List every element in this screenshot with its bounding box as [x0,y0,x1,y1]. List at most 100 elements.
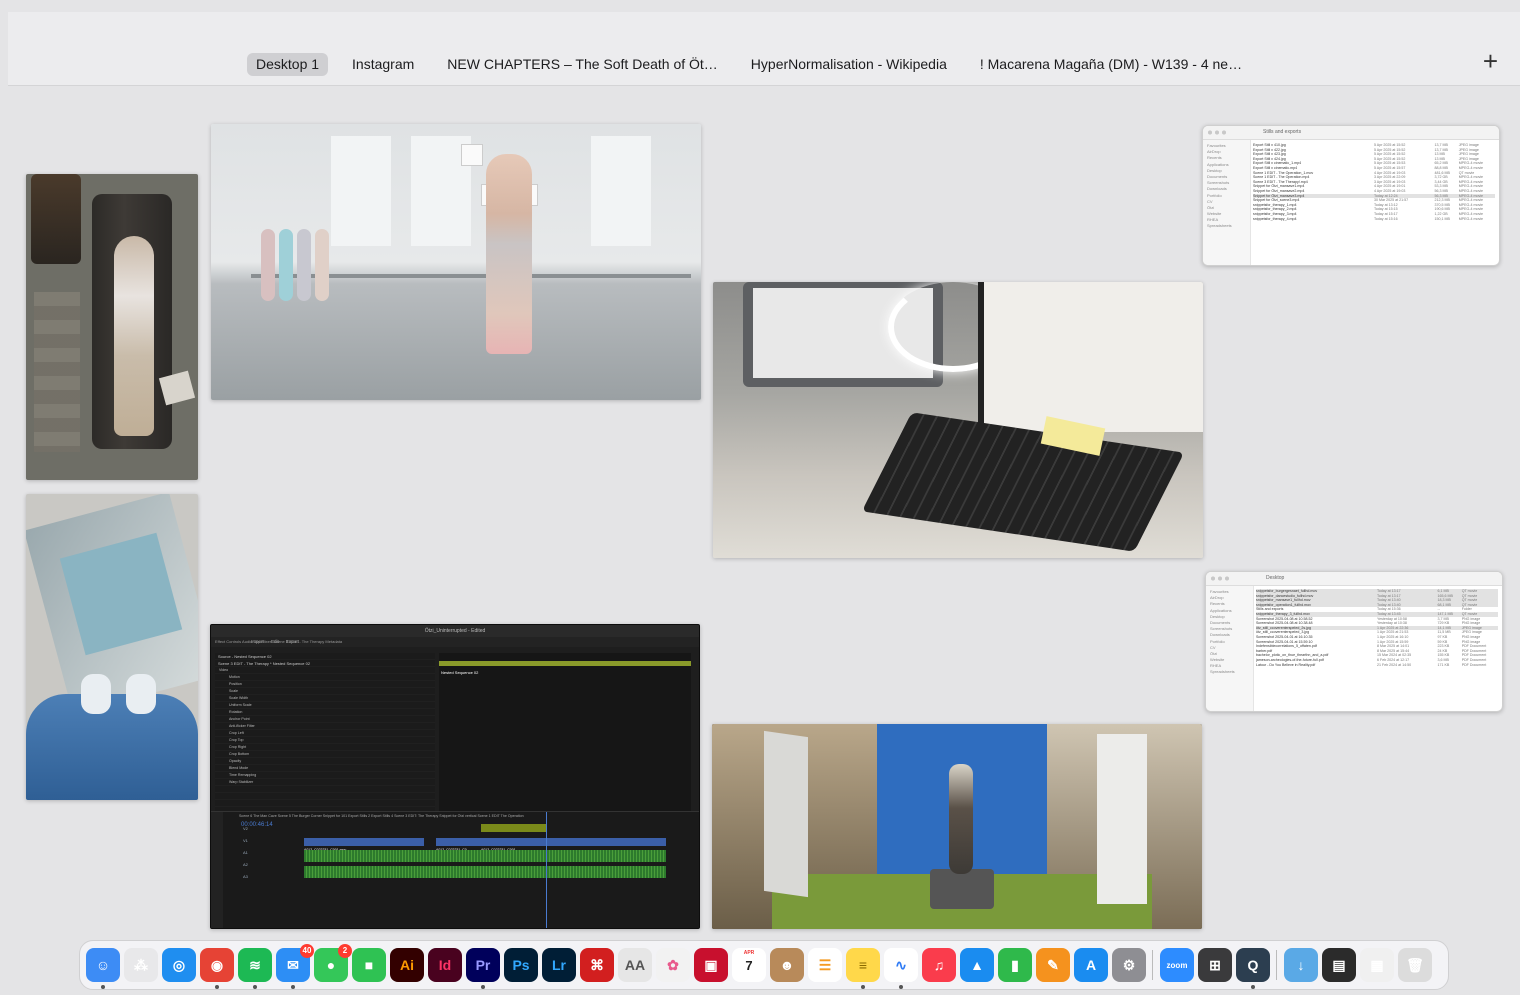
effect-row[interactable]: Crop Right [215,744,435,751]
effect-row[interactable]: Crop Bottom [215,751,435,758]
illustrator-icon[interactable]: Ai [390,948,424,982]
freeform-icon[interactable]: ∿ [884,948,918,989]
track-label[interactable]: A1 [243,850,248,855]
mail-icon[interactable]: ✉ 40 [276,944,314,989]
effect-row[interactable]: Scale [215,688,435,695]
finder-sidebar-item[interactable]: Spreadsheets [1210,669,1249,675]
calculator-icon[interactable]: ⊞ [1198,948,1232,982]
effect-row[interactable]: Anti-flicker Filter [215,723,435,730]
patient-figure [114,236,154,436]
add-space-button[interactable]: + [1483,46,1498,77]
finder-window-stills-and-exports[interactable]: Stills and exports Favourites AirDrop Rece… [1202,125,1500,266]
fontbook-icon[interactable]: AA [618,948,652,982]
photoshop-glyph: Ps [512,957,530,973]
effect-row[interactable]: Video [215,667,435,674]
contacts-icon[interactable]: ☻ [770,948,804,982]
pages-glyph: ✎ [1047,956,1059,973]
track-label[interactable]: A2 [243,862,248,867]
chrome-icon[interactable]: ◉ [200,948,234,989]
therapist-figure [31,174,81,264]
space-tab[interactable]: Instagram [343,53,423,76]
effect-row[interactable]: Time Remapping [215,772,435,779]
launchpad-icon[interactable]: ⁂ [124,948,158,982]
gloved-hand [126,674,156,714]
numbers-icon[interactable]: ▮ [998,948,1032,982]
acrobat-icon[interactable]: ⌘ [580,948,614,982]
effect-row[interactable]: Uniform Scale [215,702,435,709]
effect-row[interactable]: Opacity [215,758,435,765]
finder-glyph: ☺ [95,957,111,973]
trash-icon[interactable]: 🗑 [1398,948,1432,982]
quicktime-icon[interactable]: Q [1236,948,1270,989]
window-controls[interactable] [1211,576,1233,581]
finder-file-row[interactable]: Latour - Do You Believe in Reality.pdf 21… [1256,663,1498,668]
finder-sidebar-item[interactable]: Spreadsheets [1207,223,1246,229]
desktop-stack-icon[interactable]: ▤ [1322,948,1356,982]
indesign-icon[interactable]: Id [428,948,462,982]
window-thumbnail-bluescreen-still[interactable] [712,724,1202,929]
photoshop-icon[interactable]: Ps [504,948,538,982]
running-indicator [481,985,485,989]
reminders-icon[interactable]: ☰ [808,948,842,982]
effect-row[interactable]: Blend Mode [215,765,435,772]
keynote-icon[interactable]: ▲ [960,948,994,982]
video-clip[interactable]: A012_C022231_C001... [481,838,666,852]
audio-clip[interactable] [304,850,666,862]
window-thumbnail-surgery-still[interactable] [26,494,198,800]
finder-window-desktop[interactable]: Desktop Favourites AirDrop Recents Applicat… [1205,571,1503,712]
finder-toolbar: Desktop [1206,572,1502,586]
video-clip[interactable]: A012_C022231_C001.mov [304,838,424,852]
photobooth-icon[interactable]: ▣ [694,948,728,982]
photos-icon[interactable]: ✿ [656,948,690,982]
window-thumbnail-therapy-still[interactable] [26,174,198,480]
video-clip[interactable]: A012_C022231_C0... [436,838,481,852]
space-tab[interactable]: HyperNormalisation - Wikipedia [742,53,956,76]
effect-row[interactable]: Crop Left [215,730,435,737]
facetime-icon[interactable]: ■ [352,948,386,982]
music-icon[interactable]: ♫ [922,948,956,982]
window-thumbnail-premiere-pro[interactable]: Ötzi_Uninterrupted - Edited Import Edit … [210,624,700,929]
track-label[interactable]: V2 [243,826,248,831]
window-thumbnail-desk-still[interactable] [713,282,1203,558]
messages-icon[interactable]: ● 2 [314,944,352,982]
downloads-folder-icon[interactable]: ↓ [1284,948,1318,982]
fontbook-glyph: AA [624,957,646,973]
space-tab[interactable]: ! Macarena Magaña (DM) - W139 - 4 ne… [971,53,1251,76]
documents-stack-icon[interactable]: ▦ [1360,948,1394,982]
settings-icon[interactable]: ⚙ [1112,948,1146,982]
effect-row[interactable]: Motion [215,674,435,681]
window-controls[interactable] [1208,130,1230,135]
finder-file-row[interactable]: snippetsfor_therapy_4.mp4 Today at 15:16 1… [1253,217,1495,222]
effect-row[interactable]: Warp Stabilizer [215,779,435,786]
effect-row[interactable]: Anchor Point [215,716,435,723]
appstore-icon[interactable]: A [1074,948,1108,982]
premiere-icon[interactable]: Pr [466,948,500,989]
chrome-glyph: ◉ [210,956,224,973]
clip-label: Nested Sequence 02 [441,670,479,675]
pages-icon[interactable]: ✎ [1036,948,1070,982]
settings-glyph: ⚙ [1122,956,1136,973]
premiere-glyph: Pr [475,957,491,973]
calendar-icon[interactable]: 7 APR [732,948,766,982]
effect-row[interactable]: Scale Width [215,695,435,702]
window-thumbnail-dance-studio-still[interactable] [211,124,701,400]
effect-row[interactable]: Rotation [215,709,435,716]
audio-clip[interactable] [304,866,666,878]
zoom-icon[interactable]: zoom [1160,948,1194,982]
lightroom-icon[interactable]: Lr [542,948,576,982]
effect-row[interactable]: Position [215,681,435,688]
finder-sidebar: Favourites AirDrop Recents Applications Desk… [1206,586,1254,711]
source-label: Source - Nested Sequence 02 [218,654,272,659]
notes-icon[interactable]: ≡ [846,948,880,989]
track-label[interactable]: A3 [243,874,248,879]
playhead[interactable] [546,812,547,928]
track-label[interactable]: V1 [243,838,248,843]
video-clip[interactable] [481,824,547,832]
finder-icon[interactable]: ☺ [86,948,120,989]
freeform-glyph: ∿ [895,956,907,973]
safari-icon[interactable]: ◎ [162,948,196,982]
spotify-icon[interactable]: ≋ [238,948,272,989]
space-tab[interactable]: NEW CHAPTERS – The Soft Death of Öt… [438,53,727,76]
effect-row[interactable]: Crop Top [215,737,435,744]
space-tab[interactable]: Desktop 1 [247,53,329,76]
